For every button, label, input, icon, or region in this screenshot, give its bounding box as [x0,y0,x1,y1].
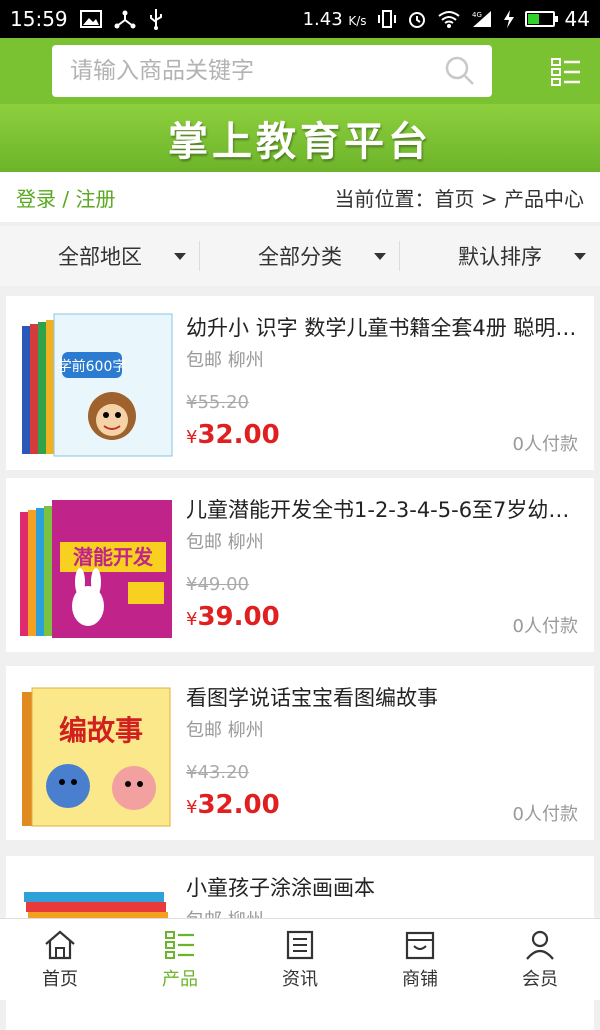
banner-title: 掌上教育平台 [168,119,432,165]
login-register-link[interactable]: 登录 / 注册 [16,183,115,212]
product-shipping-location: 包邮 柳州 [186,350,264,371]
product-sales-count: 0人付款 [512,616,578,637]
product-image[interactable]: 潜能开发 [16,490,176,640]
vibrate-icon [377,9,397,29]
svg-text:学前600字: 学前600字 [58,358,127,375]
image-icon [79,10,102,28]
svg-text:潜能开发: 潜能开发 [73,545,154,569]
filter-bar: 全部地区 全部分类 默认排序 [0,226,600,286]
filter-category[interactable]: 全部分类 [200,226,400,286]
filter-sort[interactable]: 默认排序 [400,226,600,286]
battery-level: 44 [564,7,590,31]
product-name[interactable]: 小童孩子涂涂画画本 [186,872,578,902]
svg-text:编故事: 编故事 [59,714,143,747]
filter-sort-label: 默认排序 [458,245,542,269]
product-shipping-location: 包邮 柳州 [186,532,264,553]
category-menu-icon[interactable] [550,56,582,88]
tab-home[interactable]: 首页 [0,919,120,1000]
dropdown-caret-icon [374,253,386,260]
wifi-icon [437,10,461,28]
signal-icon: 4G [471,9,493,29]
product-original-price: ¥55.20 [186,392,249,413]
tab-member-label: 会员 [522,968,558,990]
product-image[interactable]: 学前600字 [16,308,176,458]
breadcrumb: 登录 / 注册 当前位置：首页 > 产品中心 [0,172,600,222]
home-icon [45,930,75,959]
tab-member[interactable]: 会员 [480,919,600,1000]
tab-news-label: 资讯 [282,968,318,990]
product-sales-count: 0人付款 [512,804,578,825]
product-card[interactable]: 学前600字 幼升小 识字 数学儿童书籍全套4册 聪明宝宝 包邮 柳州 ¥55.… [6,296,594,470]
svg-text:4G: 4G [472,11,482,19]
product-image[interactable]: 编故事 [16,678,176,828]
product-price: ¥32.00 [186,790,280,820]
share-network-icon [114,9,136,29]
user-icon [526,930,554,960]
product-price: ¥32.00 [186,420,280,450]
filter-category-label: 全部分类 [258,245,342,269]
search-box[interactable] [52,45,492,97]
current-location: 当前位置：首页 > 产品中心 [334,186,584,211]
charging-icon [503,9,515,29]
product-name[interactable]: 儿童潜能开发全书1-2-3-4-5-6至7岁幼儿益智 [186,494,578,524]
product-price: ¥39.00 [186,602,280,632]
top-header [0,38,600,104]
net-speed: 1.43 K/s [302,8,367,30]
usb-icon [148,8,164,30]
search-icon[interactable] [444,55,476,87]
filter-region-label: 全部地区 [58,245,142,269]
dropdown-caret-icon [574,253,586,260]
search-input[interactable] [68,57,444,85]
news-icon [286,930,314,959]
filter-region[interactable]: 全部地区 [0,226,200,286]
product-card[interactable]: 潜能开发 儿童潜能开发全书1-2-3-4-5-6至7岁幼儿益智 包邮 柳州 ¥4… [6,478,594,652]
tab-news[interactable]: 资讯 [240,919,360,1000]
product-original-price: ¥43.20 [186,762,249,783]
tab-products-label: 产品 [162,968,198,990]
product-name[interactable]: 看图学说话宝宝看图编故事 [186,682,578,712]
shop-icon [405,931,435,959]
list-icon [165,930,194,959]
tab-shop[interactable]: 商铺 [360,919,480,1000]
tab-shop-label: 商铺 [402,968,438,990]
product-name[interactable]: 幼升小 识字 数学儿童书籍全套4册 聪明宝宝 [186,312,578,342]
tab-products[interactable]: 产品 [120,919,240,1000]
status-bar: 15:59 1.43 K/s 4G 44 [0,0,600,38]
product-shipping-location: 包邮 柳州 [186,720,264,741]
product-sales-count: 0人付款 [512,434,578,455]
tab-home-label: 首页 [42,968,78,990]
battery-icon [524,11,558,27]
dropdown-caret-icon [174,253,186,260]
alarm-icon [407,9,427,29]
product-original-price: ¥49.00 [186,574,249,595]
product-card[interactable]: 编故事 看图学说话宝宝看图编故事 包邮 柳州 ¥43.20 ¥32.00 0人付… [6,666,594,840]
platform-banner: 掌上教育平台 [0,104,600,172]
bottom-tab-bar: 首页 产品 资讯 商铺 会员 [0,918,600,1000]
status-time: 15:59 [10,7,68,31]
